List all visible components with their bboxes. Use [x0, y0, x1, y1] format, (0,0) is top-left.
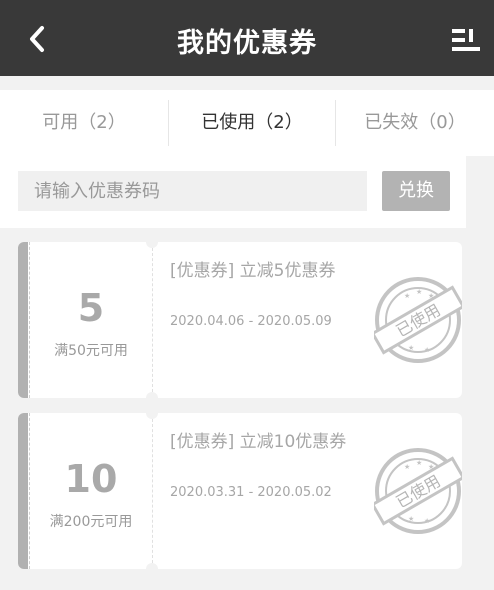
list-menu-icon — [452, 29, 480, 51]
tab-used[interactable]: 已使用（2） — [169, 90, 335, 156]
used-stamp-icon: 已使用 ★ ★ ★ ★ ★ — [374, 277, 462, 363]
menu-button[interactable] — [449, 26, 483, 54]
coupon-divider — [152, 248, 153, 392]
svg-text:★: ★ — [404, 292, 410, 300]
coupon-condition: 满50元可用 — [54, 343, 128, 359]
coupon-name: [优惠券] 立减5优惠券 — [170, 261, 336, 281]
coupon-notch — [146, 242, 158, 248]
coupon-status-tabs: 可用（2） 已使用（2） 已失效（0） — [0, 90, 494, 156]
used-stamp-icon: 已使用 ★ ★ ★ ★ ★ — [374, 448, 462, 534]
tab-available[interactable]: 可用（2） — [0, 90, 168, 156]
coupon-notch — [146, 413, 158, 419]
svg-text:★: ★ — [424, 346, 430, 354]
coupon-card: 10 满200元可用 [优惠券] 立减10优惠券 2020.03.31 - 20… — [18, 413, 462, 569]
tab-expired[interactable]: 已失效（0） — [336, 90, 494, 156]
coupon-amount: 5 — [77, 286, 105, 330]
coupon-notch — [146, 392, 158, 398]
svg-text:★: ★ — [416, 288, 422, 296]
redeem-button[interactable]: 兑换 — [382, 171, 450, 211]
page-title: 我的优惠券 — [177, 28, 317, 59]
coupon-card: 5 满50元可用 [优惠券] 立减5优惠券 2020.04.06 - 2020.… — [18, 242, 462, 398]
coupon-validity-dates: 2020.04.06 - 2020.05.09 — [170, 314, 332, 329]
coupon-edge-stripe — [18, 413, 28, 569]
coupon-code-input[interactable] — [18, 171, 367, 211]
svg-text:★: ★ — [416, 459, 422, 467]
svg-text:★: ★ — [408, 515, 414, 523]
svg-text:★: ★ — [408, 344, 414, 352]
svg-text:★: ★ — [424, 517, 430, 525]
coupon-notch — [146, 563, 158, 569]
svg-text:★: ★ — [428, 292, 434, 300]
coupon-divider — [152, 419, 153, 563]
coupon-amount: 10 — [64, 457, 118, 501]
coupon-validity-dates: 2020.03.31 - 2020.05.02 — [170, 485, 332, 500]
top-navigation-bar: 我的优惠券 — [0, 0, 494, 76]
svg-text:★: ★ — [404, 463, 410, 471]
coupon-name: [优惠券] 立减10优惠券 — [170, 432, 347, 452]
coupon-condition: 满200元可用 — [49, 514, 133, 530]
coupon-edge-stripe — [18, 242, 28, 398]
svg-text:★: ★ — [428, 463, 434, 471]
redeem-code-bar: 兑换 — [0, 156, 466, 228]
